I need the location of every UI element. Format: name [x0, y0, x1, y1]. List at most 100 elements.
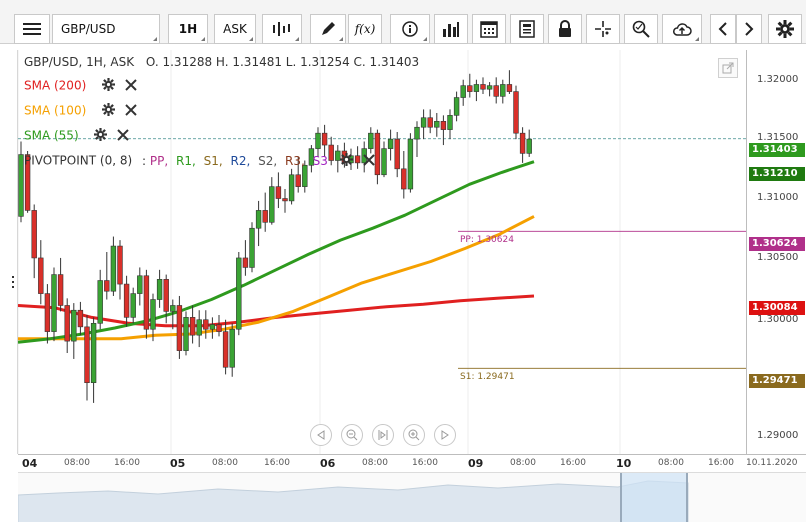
- chevron-right-icon: [745, 22, 754, 36]
- candle-body: [493, 85, 499, 97]
- gear-icon[interactable]: [102, 103, 116, 119]
- candle-body: [130, 293, 136, 318]
- candle-body: [31, 210, 37, 259]
- candle-body: [176, 305, 183, 351]
- left-resize-strip[interactable]: [0, 50, 18, 454]
- candle-body: [209, 324, 216, 330]
- candle-body: [473, 84, 480, 92]
- indicator-sma100[interactable]: SMA (100): [24, 103, 137, 119]
- candle-body: [506, 84, 513, 92]
- drawing-tool-button[interactable]: [310, 14, 346, 44]
- s1-price-badge: 1.29471: [749, 374, 805, 388]
- indicator-pivotpoint[interactable]: PIVOTPOINT (0, 8) : PP, R1, S1, R2, S2, …: [24, 153, 375, 169]
- candle-body: [203, 319, 209, 330]
- time-tick: 16:00: [114, 458, 140, 468]
- scroll-right-button[interactable]: [736, 14, 762, 44]
- indicators-button[interactable]: f(x): [348, 14, 382, 44]
- indicator-sma55[interactable]: SMA (55): [24, 128, 130, 144]
- fullscreen-button[interactable]: [718, 58, 738, 78]
- candle-body: [163, 279, 169, 312]
- candle-body: [170, 305, 176, 312]
- s1-line-label: S1: 1.29471: [460, 372, 515, 382]
- close-icon[interactable]: [117, 128, 130, 144]
- chart-canvas[interactable]: GBP/USD, 1H, ASK O. 1.31288 H. 1.31481 L…: [17, 50, 746, 454]
- price-tick: 1.30000: [757, 314, 799, 325]
- time-tick: 16:00: [412, 458, 438, 468]
- close-icon[interactable]: [362, 153, 375, 169]
- info-button[interactable]: [390, 14, 430, 44]
- reset-view-button[interactable]: [372, 424, 394, 446]
- pivot-item-r3: R3,: [285, 153, 305, 168]
- candle-body: [262, 210, 268, 223]
- candle-body: [500, 84, 506, 97]
- candle-body: [255, 210, 262, 229]
- zoom-icon: [632, 20, 650, 38]
- candle-body: [414, 126, 420, 140]
- price-axis[interactable]: 1.32000 1.31500 1.31000 1.30500 1.30000 …: [746, 50, 806, 454]
- time-tick: 16:00: [560, 458, 586, 468]
- sma100-label: SMA (100): [24, 103, 87, 118]
- navigator-chart: [17, 473, 689, 522]
- resize-handle-icon: [12, 276, 14, 288]
- candle-body: [453, 97, 460, 116]
- pivot-item-s2: S2,: [258, 153, 278, 168]
- cloud-upload-button[interactable]: [662, 14, 702, 44]
- navigator-overview[interactable]: [17, 472, 806, 522]
- menu-button[interactable]: [14, 14, 50, 44]
- time-axis[interactable]: 04 08:00 16:00 05 08:00 16:00 06 08:00 16:00 09 08…: [18, 454, 806, 472]
- price-tick: 1.31000: [757, 192, 799, 203]
- candle-body: [427, 117, 433, 128]
- candle-body: [480, 84, 486, 90]
- timeframe-selector[interactable]: 1H: [168, 14, 208, 44]
- sma200-line: [17, 294, 535, 328]
- zoom-button[interactable]: [624, 14, 658, 44]
- reset-icon: [378, 430, 388, 440]
- settings-button[interactable]: [768, 14, 802, 44]
- close-icon[interactable]: [125, 78, 137, 94]
- pan-left-button[interactable]: [310, 424, 332, 446]
- pivot-levels: PP, R1, S1, R2, S2, R3, S3: [150, 154, 336, 168]
- candle-body: [269, 186, 275, 223]
- lock-button[interactable]: [548, 14, 582, 44]
- indicator-sma200[interactable]: SMA (200): [24, 78, 137, 94]
- chart-type-button[interactable]: [262, 14, 302, 44]
- lock-icon: [559, 20, 571, 37]
- candle-body: [321, 132, 328, 146]
- candle-body: [143, 275, 150, 330]
- candle-body: [71, 309, 77, 342]
- time-tick: 08:00: [212, 458, 238, 468]
- price-type-selector[interactable]: ASK: [214, 14, 256, 44]
- gear-icon[interactable]: [339, 153, 353, 169]
- candle-body: [104, 280, 110, 292]
- crosshair-button[interactable]: [586, 14, 620, 44]
- candle-body: [183, 317, 189, 351]
- candle-body: [222, 331, 229, 368]
- candle-body: [229, 328, 235, 368]
- zoom-out-button[interactable]: [341, 424, 363, 446]
- scroll-left-button[interactable]: [710, 14, 736, 44]
- time-tick: 08:00: [658, 458, 684, 468]
- navigator-window[interactable]: [620, 473, 688, 522]
- candlestick-icon: [273, 22, 290, 36]
- time-tick: 10.11.2020: [746, 458, 798, 468]
- candle-body: [288, 174, 295, 202]
- close-icon[interactable]: [125, 103, 137, 119]
- news-button[interactable]: [510, 14, 544, 44]
- time-tick: 08:00: [510, 458, 536, 468]
- fx-label: f(x): [354, 22, 376, 36]
- candle-body: [57, 274, 64, 306]
- candle-body: [77, 309, 84, 328]
- time-tick: 08:00: [64, 458, 90, 468]
- zoom-in-button[interactable]: [403, 424, 425, 446]
- pan-right-button[interactable]: [434, 424, 456, 446]
- candle-body: [117, 245, 123, 285]
- candle-body: [519, 132, 526, 154]
- volume-button[interactable]: [434, 14, 468, 44]
- gear-icon[interactable]: [102, 78, 116, 94]
- calendar-button[interactable]: [472, 14, 506, 44]
- gear-icon[interactable]: [94, 128, 108, 144]
- chart-toolbar: GBP/USD 1H ASK f(x): [0, 0, 806, 44]
- symbol-selector[interactable]: GBP/USD: [52, 14, 160, 44]
- candle-body: [434, 120, 440, 128]
- candle-body: [275, 186, 282, 199]
